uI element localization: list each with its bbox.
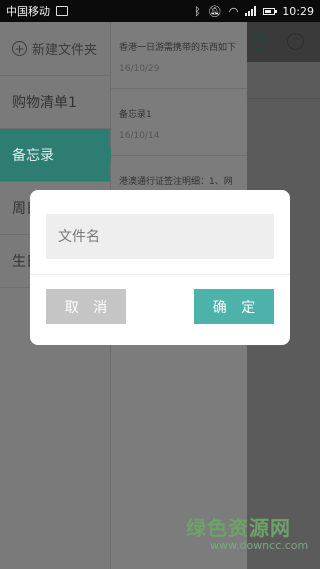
- folder-item-label: 备忘录: [12, 148, 54, 164]
- watermark-title: 绿色资源网: [186, 516, 291, 540]
- clock: 10:29: [282, 4, 314, 18]
- divider: [30, 274, 290, 275]
- wifi-icon: ◠: [228, 4, 239, 18]
- note-title: 香港一日游需携带的东西如下: [119, 43, 237, 53]
- signal-icon: [245, 6, 257, 16]
- mute-icon: 🔕︎: [207, 4, 222, 18]
- filename-input[interactable]: [46, 214, 274, 259]
- status-bar: 中国移动 ᛒ 🔕︎ ◠ 10:29: [0, 0, 320, 22]
- note-date: 16/10/29: [119, 64, 160, 74]
- folder-item[interactable]: 购物清单1: [0, 76, 110, 129]
- new-folder-button[interactable]: + 新建文件夹: [0, 22, 110, 76]
- new-file-dialog: 取 消 确 定: [30, 190, 290, 345]
- note-item[interactable]: 香港一日游需携带的东西如下 16/10/29: [111, 22, 247, 89]
- cancel-button[interactable]: 取 消: [46, 289, 126, 324]
- new-folder-label: 新建文件夹: [32, 43, 98, 58]
- note-title: 备忘录1: [119, 110, 152, 120]
- watermark-url: www.downcc.com: [210, 539, 309, 552]
- note-title: 港澳通行证签注明细：1、网: [119, 177, 233, 187]
- battery-icon: [263, 7, 278, 15]
- confirm-button[interactable]: 确 定: [194, 289, 274, 324]
- watermark-logo: 绿色资源网 www.downcc.com: [186, 512, 309, 552]
- image-notification-icon: [56, 6, 68, 16]
- note-item[interactable]: 备忘录1 16/10/14: [111, 89, 247, 156]
- folder-item-active[interactable]: 备忘录: [0, 129, 118, 182]
- carrier-label: 中国移动: [6, 5, 50, 18]
- folder-item-label: 购物清单1: [12, 95, 77, 111]
- more-options-icon[interactable]: ···: [287, 33, 304, 50]
- divider: [247, 98, 320, 99]
- add-note-icon[interactable]: +: [251, 33, 268, 50]
- bluetooth-icon: ᛒ: [194, 4, 201, 18]
- add-folder-icon: +: [12, 41, 27, 56]
- note-date: 16/10/14: [119, 131, 160, 141]
